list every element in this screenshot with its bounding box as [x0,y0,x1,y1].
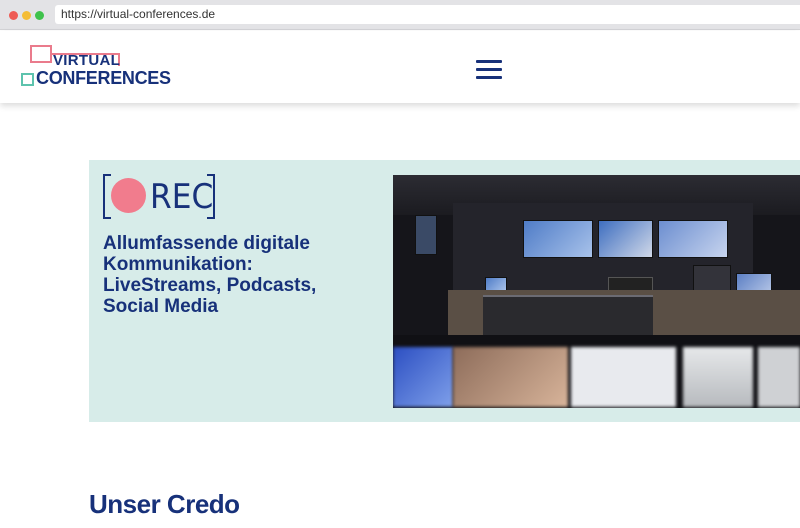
section-heading-credo: Unser Credo [89,489,240,519]
logo-pink-square [30,45,52,63]
maximize-window-button[interactable] [35,11,44,20]
hero-title: Allumfassende digitale Kommunikation: Li… [103,233,317,317]
address-bar[interactable]: https://virtual-conferences.de [55,5,800,24]
site-logo[interactable]: VIRTUAL CONFERENCES [20,44,171,90]
site-header: VIRTUAL CONFERENCES [0,31,800,103]
close-window-button[interactable] [9,11,18,20]
hamburger-icon[interactable] [476,60,502,80]
record-dot-icon [111,178,146,213]
hamburger-bar [476,68,502,71]
rec-badge: REC [103,174,215,219]
rec-badge-label: REC [150,177,214,217]
hamburger-bar [476,60,502,63]
logo-text-line1: VIRTUAL [53,52,121,69]
minimize-window-button[interactable] [22,11,31,20]
browser-chrome: https://virtual-conferences.de [0,0,800,30]
hamburger-bar [476,76,502,79]
logo-text-line2: CONFERENCES [36,68,171,88]
hero-banner: REC Allumfassende digitale Kommunikation… [89,160,800,422]
logo-teal-square [21,73,34,86]
broadcast-control-room-photo [393,175,800,408]
